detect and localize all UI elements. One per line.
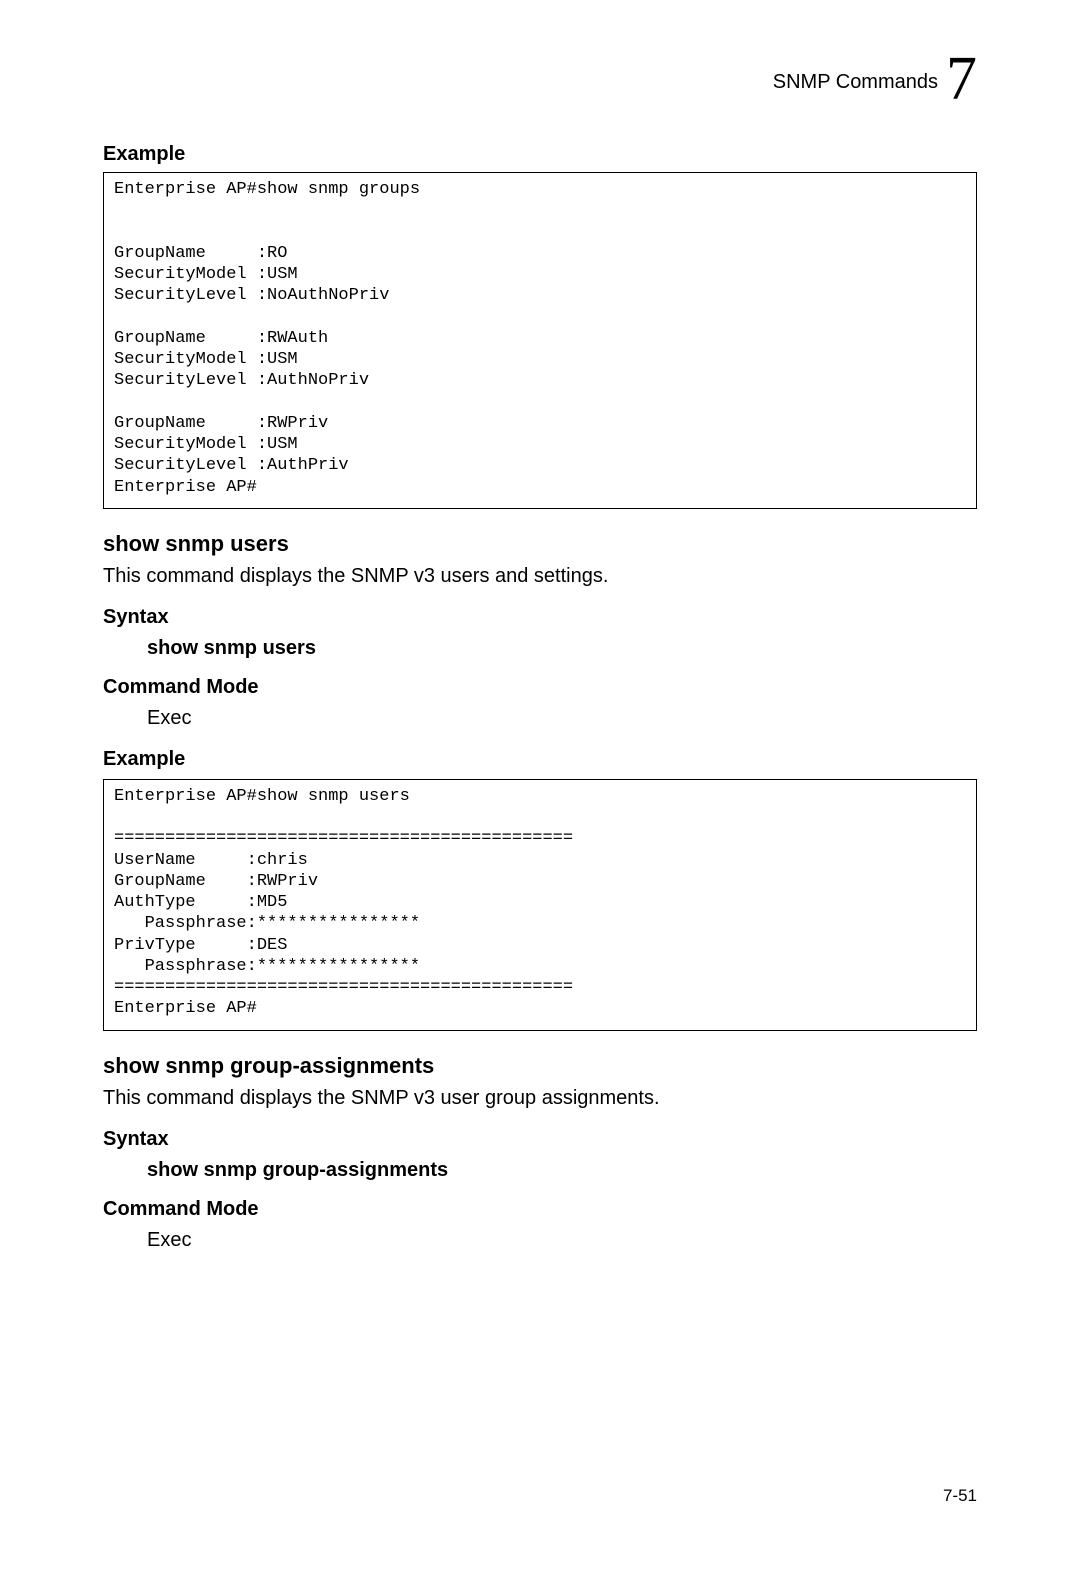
syntax-value-users: show snmp users <box>147 637 977 660</box>
code-block-users: Enterprise AP#show snmp users ==========… <box>103 779 977 1031</box>
syntax-heading-users: Syntax <box>103 606 977 629</box>
mode-heading-ga: Command Mode <box>103 1198 977 1221</box>
chapter-number: 7 <box>946 44 977 115</box>
command-description-users: This command displays the SNMP v3 users … <box>103 565 977 588</box>
section-title: SNMP Commands <box>773 65 938 94</box>
command-title-users: show snmp users <box>103 531 977 557</box>
command-description-group-assignments: This command displays the SNMP v3 user g… <box>103 1087 977 1110</box>
mode-value-ga: Exec <box>147 1229 977 1252</box>
example-heading-users: Example <box>103 748 977 771</box>
example-heading-1: Example <box>103 143 977 166</box>
mode-heading-users: Command Mode <box>103 676 977 699</box>
mode-value-users: Exec <box>147 707 977 730</box>
syntax-heading-ga: Syntax <box>103 1128 977 1151</box>
page-number: 7-51 <box>943 1486 977 1506</box>
page-header: SNMP Commands 7 <box>103 44 977 115</box>
command-title-group-assignments: show snmp group-assignments <box>103 1053 977 1079</box>
syntax-value-ga: show snmp group-assignments <box>147 1159 977 1182</box>
code-block-groups: Enterprise AP#show snmp groups GroupName… <box>103 172 977 509</box>
